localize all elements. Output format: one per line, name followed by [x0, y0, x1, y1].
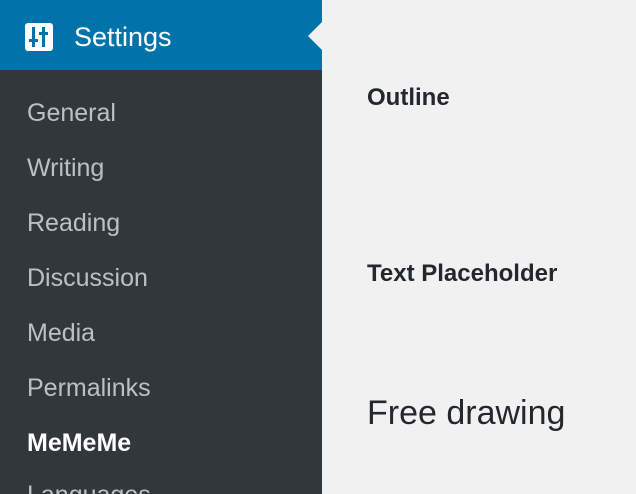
app-window: Settings General Writing Reading Discuss… [0, 0, 636, 494]
sidebar-menu-settings-label: Settings [74, 22, 172, 52]
settings-submenu: General Writing Reading Discussion Media… [0, 70, 322, 494]
submenu-item-writing[interactable]: Writing [27, 151, 104, 185]
submenu-item-general[interactable]: General [27, 96, 116, 130]
settings-content: Outline Text Placeholder Free drawing [322, 0, 636, 494]
submenu-item-reading[interactable]: Reading [27, 206, 120, 240]
current-menu-arrow [308, 22, 322, 50]
section-heading-free-drawing: Free drawing [367, 394, 566, 432]
submenu-item-languages[interactable]: Languages [27, 478, 151, 494]
submenu-item-media[interactable]: Media [27, 316, 95, 350]
sidebar-menu-settings[interactable]: Settings [0, 0, 322, 70]
submenu-item-permalinks[interactable]: Permalinks [27, 371, 151, 405]
submenu-item-mememe[interactable]: MeMeMe [27, 426, 131, 460]
admin-sidebar: Settings General Writing Reading Discuss… [0, 0, 322, 494]
section-heading-outline: Outline [367, 84, 450, 111]
settings-sliders-icon [25, 23, 53, 51]
section-heading-text-placeholder: Text Placeholder [367, 260, 558, 287]
submenu-item-discussion[interactable]: Discussion [27, 261, 148, 295]
